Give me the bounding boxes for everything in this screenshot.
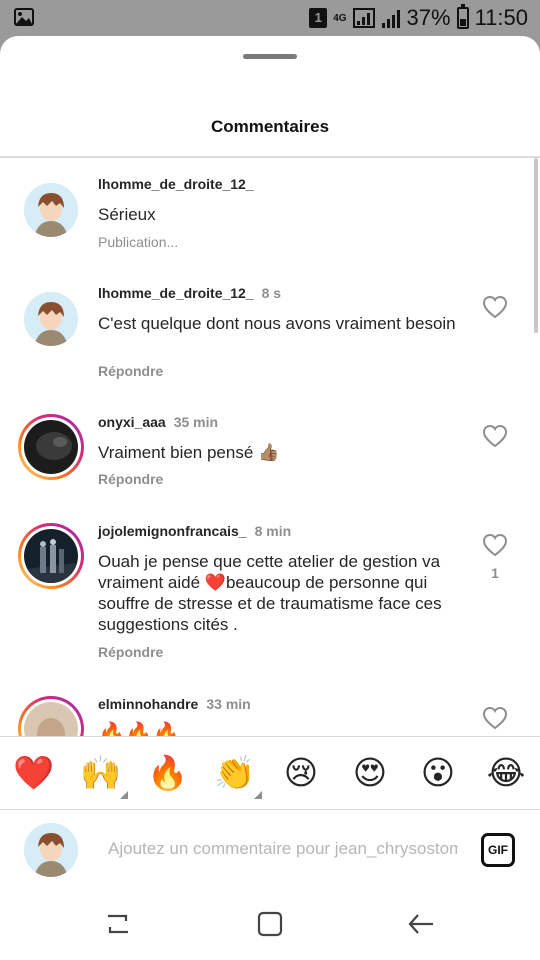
comment-list[interactable]: lhomme_de_droite_12_ Sérieux Publication…: [0, 158, 540, 736]
comment-username[interactable]: onyxi_aaa: [98, 414, 166, 430]
home-icon[interactable]: [254, 908, 286, 940]
comment-username[interactable]: lhomme_de_droite_12_: [98, 176, 254, 192]
comment-input[interactable]: [108, 836, 458, 862]
comment-time: 8 min: [254, 523, 292, 539]
emoji-crying[interactable]: 😢: [281, 753, 321, 793]
network-type: 4G: [333, 12, 347, 24]
comment-text: Sérieux: [98, 205, 156, 224]
comment-meta: lhomme_de_droite_12_: [98, 176, 254, 192]
comment-text: 🔥🔥🔥: [98, 722, 181, 737]
image-icon: [14, 8, 34, 26]
emoji-raising-hands[interactable]: 🙌: [80, 753, 128, 799]
gif-button[interactable]: GIF: [481, 833, 515, 867]
heart-icon[interactable]: [482, 533, 508, 557]
heart-icon[interactable]: [482, 706, 508, 730]
avatar[interactable]: [18, 523, 84, 589]
emoji-clapping[interactable]: 👏: [214, 753, 262, 799]
heart-icon[interactable]: [482, 424, 508, 448]
reply-button[interactable]: Répondre: [98, 644, 163, 660]
avatar[interactable]: [24, 183, 78, 237]
avatar[interactable]: [18, 414, 84, 480]
heart-icon[interactable]: [482, 295, 508, 319]
emoji-surprised[interactable]: 😮: [418, 753, 458, 793]
signal-icon: [352, 8, 375, 28]
back-icon[interactable]: [405, 908, 437, 940]
comment-time: 8 s: [261, 285, 282, 301]
emoji-fire[interactable]: 🔥: [147, 753, 188, 793]
comment-text: Vraiment bien pensé 👍🏽: [98, 443, 280, 462]
emoji-laughing[interactable]: 😂: [486, 753, 526, 793]
comment-meta: elminnohandre 33 min: [98, 696, 251, 712]
comment-meta: onyxi_aaa 35 min: [98, 414, 218, 430]
emoji-quick-bar: ❤️ 🙌 🔥 👏 😢 😍 😮 😂: [0, 736, 540, 810]
sheet-title: Commentaires: [210, 117, 330, 136]
battery-icon: [456, 4, 469, 29]
status-bar: 1 4G 37% 11:50: [0, 0, 540, 36]
recent-apps-icon[interactable]: [102, 908, 134, 940]
scrollbar[interactable]: [534, 158, 538, 333]
posting-status: Publication...: [98, 234, 179, 250]
comment-username[interactable]: lhomme_de_droite_12_: [98, 285, 254, 301]
avatar[interactable]: [18, 696, 84, 736]
like-count: 1: [491, 565, 499, 581]
reply-button[interactable]: Répondre: [98, 471, 163, 487]
sim-icon: 1: [309, 8, 328, 28]
comment-username[interactable]: jojolemignonfrancais_: [98, 523, 247, 539]
comments-sheet: Commentaires lhomme_de_droite_12_ Sérieu…: [0, 36, 540, 960]
signal-icon: [381, 8, 401, 28]
reply-button[interactable]: Répondre: [98, 363, 163, 379]
emoji-heart[interactable]: ❤️: [13, 753, 54, 793]
avatar[interactable]: [24, 292, 78, 346]
comment-text: Ouah je pense que cette atelier de gesti…: [98, 552, 442, 634]
comment-meta: lhomme_de_droite_12_ 8 s: [98, 285, 281, 301]
emoji-heart-eyes[interactable]: 😍: [350, 753, 390, 793]
comment-time: 33 min: [206, 696, 251, 712]
battery-percent: 37%: [406, 5, 451, 30]
system-nav-bar: [0, 890, 540, 960]
comment-composer: GIF: [0, 810, 540, 890]
clock: 11:50: [474, 5, 528, 30]
comment-meta: jojolemignonfrancais_ 8 min: [98, 523, 291, 539]
comment-text: C'est quelque dont nous avons vraiment b…: [98, 314, 456, 333]
avatar: [24, 823, 78, 877]
comment-username[interactable]: elminnohandre: [98, 696, 198, 712]
comment-time: 35 min: [173, 414, 219, 430]
drag-handle[interactable]: [243, 54, 297, 59]
